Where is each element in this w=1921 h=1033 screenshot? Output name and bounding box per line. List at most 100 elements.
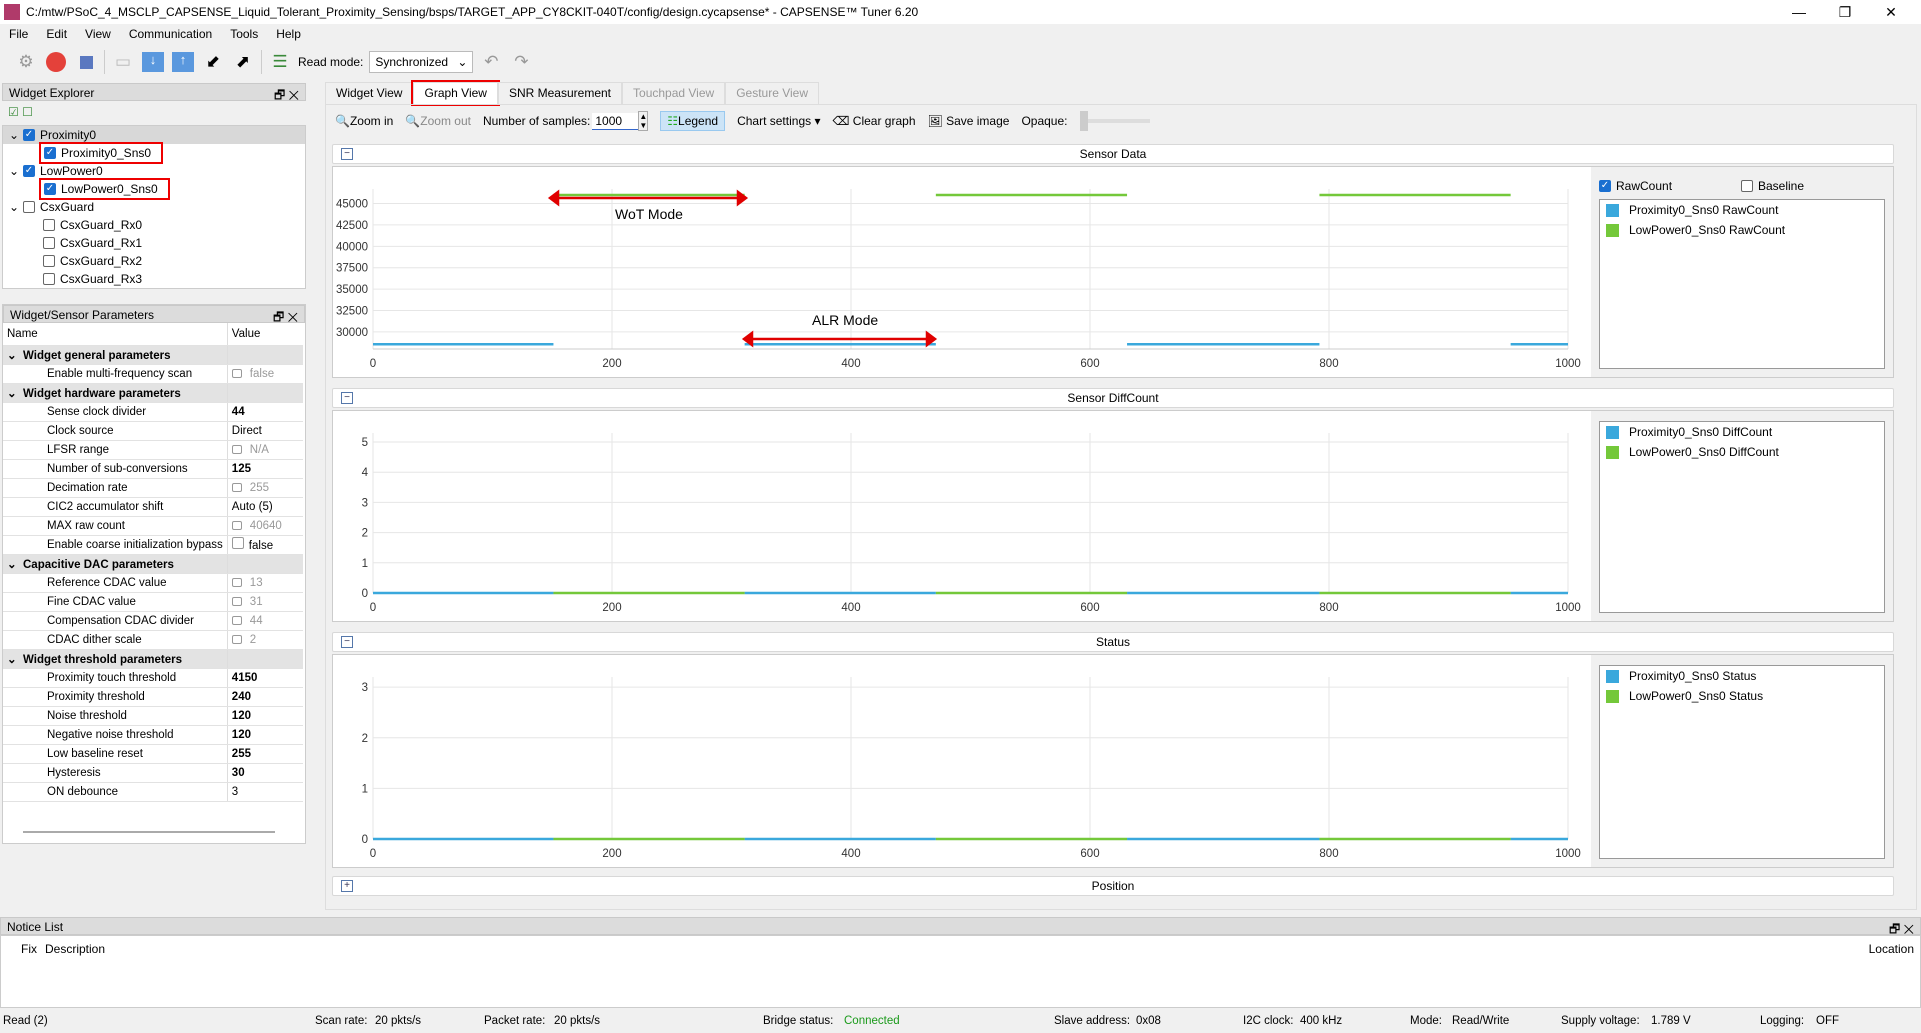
chevron-down-icon[interactable]: ⌄ [9,198,23,216]
tree-item[interactable]: CsxGuard_Rx3 [3,270,305,288]
write-icon[interactable]: ↑ [171,50,195,74]
parameter-value[interactable]: Auto (5) [226,497,303,517]
parameter-value[interactable]: false [226,535,303,555]
collapse-icon[interactable]: − [341,148,353,160]
baseline-checkbox[interactable]: Baseline [1741,179,1804,193]
legend-item[interactable]: Proximity0_Sns0 DiffCount [1600,422,1884,442]
menu-help[interactable]: Help [267,27,310,41]
collapse-icon[interactable]: − [341,392,353,404]
parameter-row[interactable]: CIC2 accumulator shift Auto (5) [3,497,303,517]
parameter-value[interactable]: 120 [226,725,303,745]
tab-graph-view[interactable]: Graph View [411,80,500,106]
parameter-value[interactable]: 4150 [226,668,303,688]
menu-communication[interactable]: Communication [120,27,221,41]
check-all-icons[interactable]: ☑ ☐ [2,101,306,125]
tree-item[interactable]: CsxGuard_Rx0 [3,216,305,234]
tree-item[interactable]: CsxGuard_Rx1 [3,234,305,252]
parameter-row[interactable]: Clock source Direct [3,421,303,441]
parameter-value[interactable]: 120 [226,706,303,726]
parameter-row[interactable]: Proximity threshold 240 [3,687,303,707]
parameter-row[interactable]: Fine CDAC value 31 [3,592,303,612]
stop-icon[interactable] [74,50,98,74]
status-header[interactable]: − Status [332,632,1894,652]
chevron-down-icon[interactable]: ⌄ [7,386,23,400]
menu-file[interactable]: File [0,27,37,41]
parameter-row[interactable]: ON debounce 3 [3,782,303,802]
legend-item[interactable]: LowPower0_Sns0 DiffCount [1600,442,1884,462]
legend-item[interactable]: Proximity0_Sns0 RawCount [1600,200,1884,220]
checkbox-unchecked-icon[interactable] [231,537,244,549]
menu-view[interactable]: View [76,27,120,41]
tree-item[interactable]: ✓ Proximity0_Sns0 [3,142,305,164]
undo-icon[interactable]: ↶ [479,50,503,74]
disconnect-icon[interactable] [44,50,68,74]
parameter-row[interactable]: Reference CDAC value 13 [3,573,303,593]
parameter-value[interactable]: 44 [226,402,303,422]
parameter-group[interactable]: ⌄ Widget threshold parameters [3,649,303,669]
tab-snr-measurement[interactable]: SNR Measurement [497,82,623,104]
checkbox-unchecked-icon[interactable] [43,219,55,231]
checkbox-checked-icon[interactable]: ✓ [44,183,56,195]
parameter-value[interactable]: 255 [226,744,303,764]
checkbox-checked-icon[interactable]: ✓ [23,129,35,141]
maximize-button[interactable]: ❐ [1822,0,1868,24]
checkbox-checked-icon[interactable]: ✓ [44,147,56,159]
parameter-row[interactable]: Number of sub-conversions 125 [3,459,303,479]
collapse-icon[interactable]: − [341,636,353,648]
parameter-row[interactable]: LFSR range N/A [3,440,303,460]
parameter-value[interactable]: 125 [226,459,303,479]
parameter-row[interactable]: Low baseline reset 255 [3,744,303,764]
panel-float-close-icons[interactable]: 🗗 ✕ [1889,920,1914,936]
tab-widget-view[interactable]: Widget View [325,82,414,104]
rawcount-checkbox[interactable]: ✓ RawCount [1599,179,1672,193]
parameter-row[interactable]: CDAC dither scale 2 [3,630,303,650]
parameter-group[interactable]: ⌄ Capacitive DAC parameters [3,554,303,574]
parameter-value[interactable]: Direct [226,421,303,441]
checkbox-checked-icon[interactable]: ✓ [23,165,35,177]
parameter-row[interactable]: Enable coarse initialization bypass false [3,535,303,555]
tree-item[interactable]: CsxGuard_Rx2 [3,252,305,270]
tree-item[interactable]: ⌄ ✓ LowPower0 [3,162,305,180]
position-header[interactable]: + Position [332,876,1894,896]
diffcount-header[interactable]: − Sensor DiffCount [332,388,1894,408]
parameter-value[interactable]: 30 [226,763,303,783]
panel-float-close-icons[interactable]: 🗗 ✕ [274,86,299,102]
chevron-down-icon[interactable]: ⌄ [9,126,23,144]
parameter-row[interactable]: Hysteresis 30 [3,763,303,783]
column-header-fix[interactable]: Fix [21,942,37,956]
expand-icon[interactable]: + [341,880,353,892]
horizontal-scrollbar[interactable] [23,831,275,833]
checkbox-unchecked-icon[interactable] [23,201,35,213]
chevron-down-icon[interactable]: ⌄ [7,348,23,362]
parameter-row[interactable]: Compensation CDAC divider 44 [3,611,303,631]
parameter-row[interactable]: Sense clock divider 44 [3,402,303,422]
parameter-value[interactable]: 240 [226,687,303,707]
tree-item[interactable]: ⌄ CsxGuard [3,198,305,216]
tree-item[interactable]: ⌄ ✓ Proximity0 [3,126,305,144]
panel-float-close-icons[interactable]: 🗗 ✕ [273,308,298,324]
read-mode-select[interactable]: Synchronized ⌄ [369,51,474,73]
chevron-down-icon[interactable]: ⌄ [7,557,23,571]
checkbox-unchecked-icon[interactable] [43,255,55,267]
chevron-down-icon[interactable]: ⌄ [9,162,23,180]
parameter-group[interactable]: ⌄ Widget general parameters [3,345,303,365]
column-header-location[interactable]: Location [1869,942,1914,956]
menu-edit[interactable]: Edit [37,27,76,41]
parameter-row[interactable]: Noise threshold 120 [3,706,303,726]
checkbox-unchecked-icon[interactable] [43,273,55,285]
column-header-description[interactable]: Description [45,942,105,956]
tree-item[interactable]: ✓ LowPower0_Sns0 [3,178,305,200]
gear-icon[interactable]: ⚙ [14,50,38,74]
parameter-row[interactable]: Proximity touch threshold 4150 [3,668,303,688]
tab-gesture-view[interactable]: Gesture View [725,82,819,104]
import-icon[interactable]: ⬋ [201,50,225,74]
chevron-down-icon[interactable]: ⌄ [7,652,23,666]
tab-touchpad-view[interactable]: Touchpad View [622,82,726,104]
legend-item[interactable]: LowPower0_Sns0 Status [1600,686,1884,706]
parameter-value[interactable]: 3 [226,782,303,802]
parameter-row[interactable]: Decimation rate 255 [3,478,303,498]
parameter-row[interactable]: Enable multi-frequency scan false [3,364,303,384]
parameter-group[interactable]: ⌄ Widget hardware parameters [3,383,303,403]
checkbox-unchecked-icon[interactable] [43,237,55,249]
open-icon[interactable]: ▭ [111,50,135,74]
